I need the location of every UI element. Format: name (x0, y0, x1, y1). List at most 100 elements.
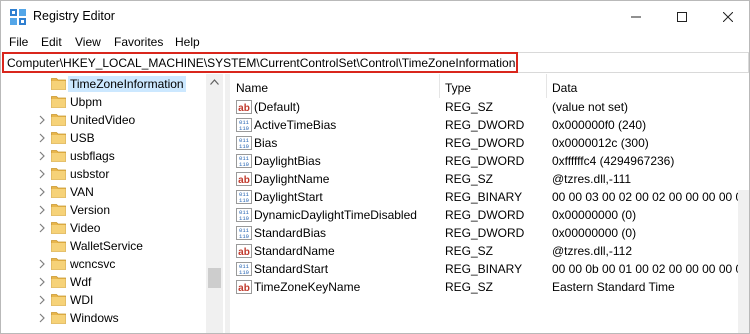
value-row[interactable]: 011 110 ActiveTimeBias REG_DWORD 0x000000f0 … (230, 116, 749, 134)
value-data: 0x00000000 (0) (552, 208, 637, 222)
value-name: DynamicDaylightTimeDisabled (254, 208, 417, 222)
value-type: REG_SZ (445, 172, 494, 186)
folder-icon (51, 96, 66, 108)
tree-item[interactable]: WalletService (1, 237, 206, 255)
chevron-right-icon[interactable] (37, 258, 47, 270)
menu-favorites[interactable]: Favorites (114, 35, 163, 49)
column-header-data[interactable]: Data (547, 74, 749, 98)
chevron-right-icon[interactable] (37, 132, 47, 144)
column-header-name[interactable]: Name (230, 74, 440, 98)
value-name: (Default) (254, 100, 301, 114)
string-value-icon: ab (236, 280, 252, 294)
registry-editor-icon (10, 9, 26, 25)
folder-icon (51, 168, 66, 180)
binary-value-icon: 011110 (236, 262, 252, 276)
value-name: StandardName (254, 244, 335, 258)
value-name: Bias (254, 136, 278, 150)
column-name-label: Name (236, 81, 269, 95)
value-row[interactable]: 011 110 Bias REG_DWORD 0x0000012c (300) (230, 134, 749, 152)
value-data: @tzres.dll,-112 (552, 244, 632, 258)
value-row[interactable]: 011 110 StandardBias REG_DWORD 0x00000000 (0… (230, 224, 749, 242)
tree-item-label: usbflags (70, 149, 115, 163)
scrollbar-thumb[interactable] (208, 268, 221, 288)
chevron-right-icon[interactable] (37, 312, 47, 324)
binary-value-icon: 011110 (236, 208, 252, 222)
folder-icon (51, 204, 66, 216)
maximize-button[interactable] (659, 1, 704, 32)
menu-help[interactable]: Help (175, 35, 200, 49)
svg-text:110: 110 (239, 143, 249, 150)
title-bar[interactable]: Registry Editor (1, 1, 749, 32)
column-header-type[interactable]: Type (440, 74, 547, 98)
chevron-right-icon[interactable] (37, 204, 47, 216)
chevron-right-icon[interactable] (37, 294, 47, 306)
close-button[interactable] (705, 1, 749, 32)
tree-item[interactable]: usbstor (1, 165, 206, 183)
maximize-icon (676, 11, 687, 22)
close-icon (722, 11, 733, 22)
menu-edit[interactable]: Edit (41, 35, 62, 49)
value-row[interactable]: ab TimeZoneKeyName REG_SZ Eastern Standard … (230, 278, 749, 296)
tree-item-label: USB (70, 131, 95, 145)
tree-item-label: Video (70, 221, 101, 235)
value-name: DaylightName (254, 172, 330, 186)
tree-item-label: WalletService (70, 239, 143, 253)
chevron-right-icon[interactable] (37, 168, 47, 180)
menu-file[interactable]: File (9, 35, 28, 49)
value-row[interactable]: 011 110 StandardStart REG_BINARY 00 00 0b 00… (230, 260, 749, 278)
tree-item[interactable]: UnitedVideo (1, 111, 206, 129)
value-type: REG_DWORD (445, 118, 525, 132)
value-row[interactable]: 011 110 DaylightBias REG_DWORD 0xffffffc4 (4… (230, 152, 749, 170)
tree-scrollbar[interactable] (206, 74, 223, 333)
tree-item[interactable]: Ubpm (1, 93, 206, 111)
tree-item[interactable]: WDI (1, 291, 206, 309)
value-row[interactable]: ab StandardName REG_SZ @tzres.dll,-112 (230, 242, 749, 260)
folder-icon (51, 78, 66, 90)
value-row[interactable]: 011 110 DaylightStart REG_BINARY 00 00 03 00… (230, 188, 749, 206)
value-data: 0x0000012c (300) (552, 136, 649, 150)
chevron-right-icon[interactable] (37, 150, 47, 162)
value-row[interactable]: ab (Default) REG_SZ (value not set) (230, 98, 749, 116)
value-name: DaylightStart (254, 190, 323, 204)
svg-text:110: 110 (239, 215, 249, 222)
scroll-up-icon[interactable] (210, 79, 219, 85)
window-title: Registry Editor (33, 9, 115, 23)
values-list: Name Type Data ab (Default) REG_SZ (value n… (230, 74, 749, 333)
value-data: 00 00 03 00 02 00 02 00 00 00 00 00 00 0… (552, 190, 749, 204)
value-data: 00 00 0b 00 01 00 02 00 00 00 00 00 00 0… (552, 262, 749, 276)
value-name: StandardBias (254, 226, 327, 240)
tree-item[interactable]: Version (1, 201, 206, 219)
chevron-right-icon[interactable] (37, 186, 47, 198)
chevron-right-icon[interactable] (37, 276, 47, 288)
chevron-right-icon[interactable] (37, 114, 47, 126)
folder-icon (51, 240, 66, 252)
chevron-right-icon[interactable] (37, 222, 47, 234)
tree-item[interactable]: USB (1, 129, 206, 147)
tree-item[interactable]: Wdf (1, 273, 206, 291)
tree-item[interactable]: wcncsvc (1, 255, 206, 273)
svg-text:110: 110 (239, 269, 249, 276)
tree-item-label: TimeZoneInformation (68, 76, 186, 92)
value-type: REG_DWORD (445, 208, 525, 222)
folder-icon (51, 312, 66, 324)
value-name: StandardStart (254, 262, 329, 276)
value-row[interactable]: ab DaylightName REG_SZ @tzres.dll,-111 (230, 170, 749, 188)
svg-text:110: 110 (239, 197, 249, 204)
menu-view[interactable]: View (75, 35, 101, 49)
tree-item[interactable]: VAN (1, 183, 206, 201)
list-scrollbar[interactable] (738, 190, 749, 333)
tree-item[interactable]: TimeZoneInformation (1, 75, 206, 93)
value-row[interactable]: 011 110 DynamicDaylightTimeDisabled REG_DWO… (230, 206, 749, 224)
tree-item[interactable]: Windows (1, 309, 206, 327)
tree-item[interactable]: Video (1, 219, 206, 237)
folder-icon (51, 114, 66, 126)
column-data-label: Data (552, 81, 578, 95)
tree-item-label: wcncsvc (70, 257, 116, 271)
string-value-icon: ab (236, 100, 252, 114)
value-type: REG_DWORD (445, 154, 525, 168)
minimize-button[interactable] (613, 1, 658, 32)
folder-icon (51, 132, 66, 144)
binary-value-icon: 011110 (236, 118, 252, 132)
tree-item[interactable]: usbflags (1, 147, 206, 165)
value-type: REG_BINARY (445, 190, 523, 204)
